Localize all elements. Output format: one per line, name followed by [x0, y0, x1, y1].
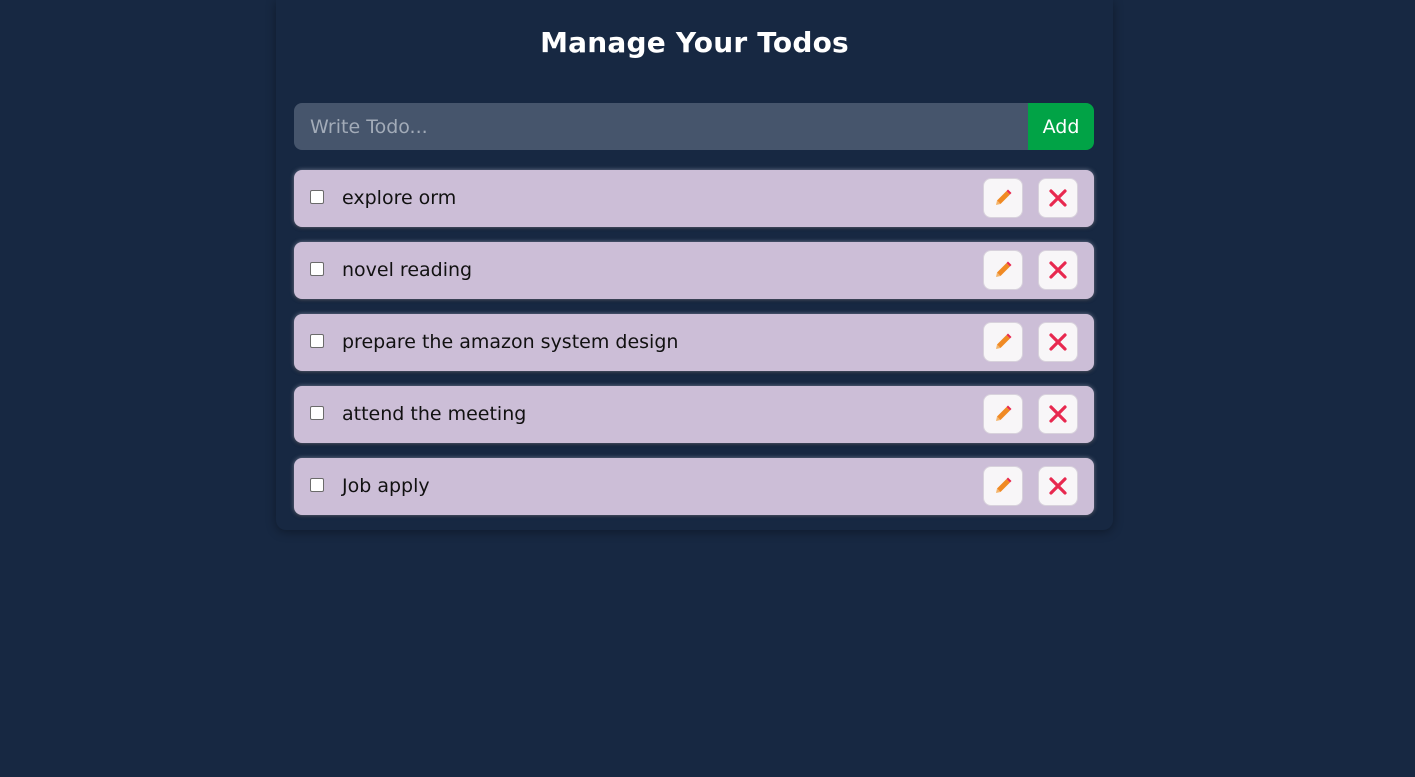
- close-icon: [1049, 405, 1067, 423]
- todo-checkbox[interactable]: [310, 262, 324, 276]
- todo-text: explore orm: [342, 187, 457, 209]
- todo-text: attend the meeting: [342, 403, 527, 425]
- todo-text: prepare the amazon system design: [342, 331, 679, 353]
- todo-item: novel reading: [294, 242, 1094, 299]
- delete-button[interactable]: [1038, 466, 1078, 506]
- todo-checkbox[interactable]: [310, 478, 324, 492]
- todo-text: Job apply: [342, 475, 430, 497]
- pencil-icon: [996, 405, 1012, 421]
- todo-item: prepare the amazon system design: [294, 314, 1094, 371]
- todo-list: explore orm novel reading prepare the am…: [294, 170, 1094, 530]
- pencil-icon: [996, 333, 1012, 349]
- page-title: Manage Your Todos: [540, 26, 849, 59]
- add-todo-form: Add: [294, 103, 1094, 150]
- edit-button[interactable]: [983, 322, 1023, 362]
- delete-button[interactable]: [1038, 322, 1078, 362]
- edit-button[interactable]: [983, 250, 1023, 290]
- todo-item: Job apply: [294, 458, 1094, 515]
- delete-button[interactable]: [1038, 394, 1078, 434]
- close-icon: [1049, 261, 1067, 279]
- add-button[interactable]: Add: [1028, 103, 1094, 150]
- todo-checkbox[interactable]: [310, 406, 324, 420]
- edit-button[interactable]: [983, 466, 1023, 506]
- close-icon: [1049, 477, 1067, 495]
- edit-button[interactable]: [983, 394, 1023, 434]
- close-icon: [1049, 189, 1067, 207]
- todo-checkbox[interactable]: [310, 334, 324, 348]
- pencil-icon: [996, 477, 1012, 493]
- pencil-icon: [996, 189, 1012, 205]
- todo-checkbox[interactable]: [310, 190, 324, 204]
- delete-button[interactable]: [1038, 178, 1078, 218]
- todo-text: novel reading: [342, 259, 473, 281]
- todo-input[interactable]: [294, 103, 1028, 150]
- edit-button[interactable]: [983, 178, 1023, 218]
- delete-button[interactable]: [1038, 250, 1078, 290]
- todo-item: explore orm: [294, 170, 1094, 227]
- todo-panel: Manage Your Todos Add explore orm: [276, 0, 1113, 530]
- pencil-icon: [996, 261, 1012, 277]
- todo-item: attend the meeting: [294, 386, 1094, 443]
- close-icon: [1049, 333, 1067, 351]
